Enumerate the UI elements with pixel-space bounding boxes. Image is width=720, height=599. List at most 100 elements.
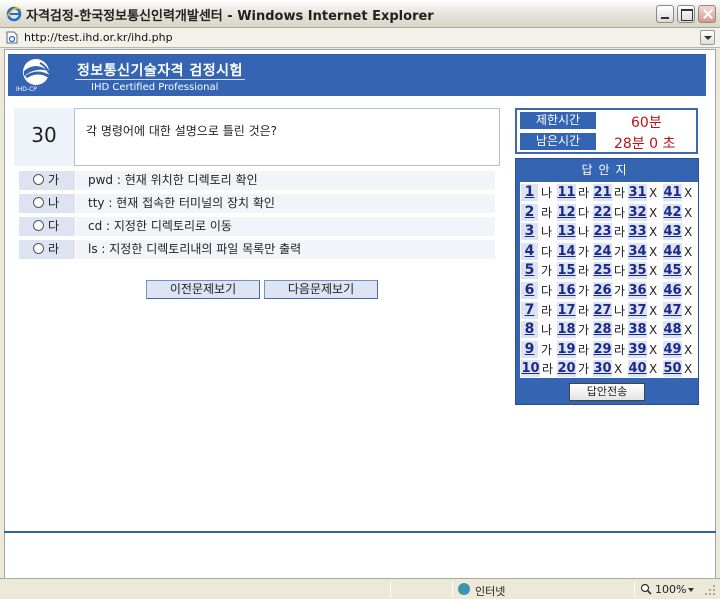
option-ga-radio[interactable]: 가 — [19, 171, 75, 190]
answer-cell[interactable]: 39 X — [628, 340, 662, 359]
answer-cell[interactable]: 19 라 — [557, 340, 591, 359]
answer-cell[interactable]: 38 X — [628, 320, 662, 339]
answer-cell[interactable]: 1나 — [521, 183, 555, 202]
minimize-button[interactable] — [656, 5, 674, 23]
answer-cell[interactable]: 5가 — [521, 261, 555, 280]
answer-number-link[interactable]: 44 — [663, 242, 682, 260]
answer-cell[interactable]: 37 X — [628, 301, 662, 320]
answer-number-link[interactable]: 3 — [521, 223, 538, 241]
answer-number-link[interactable]: 2 — [521, 203, 538, 221]
answer-cell[interactable]: 21 라 — [593, 183, 627, 202]
answer-number-link[interactable]: 5 — [521, 262, 538, 280]
next-question-button[interactable]: 다음문제보기 — [264, 280, 378, 299]
answer-number-link[interactable]: 6 — [521, 282, 538, 299]
answer-number-link[interactable]: 10 — [521, 360, 540, 378]
answer-cell[interactable]: 29 라 — [593, 340, 627, 359]
answer-number-link[interactable]: 8 — [521, 321, 538, 339]
answer-number-link[interactable]: 22 — [593, 203, 612, 221]
answer-number-link[interactable]: 47 — [663, 301, 682, 319]
answer-number-link[interactable]: 1 — [521, 184, 538, 201]
option-da-radio[interactable]: 다 — [19, 217, 75, 236]
zoom-dropdown-icon[interactable] — [688, 588, 694, 592]
answer-cell[interactable]: 10 라 — [521, 359, 555, 378]
answer-cell[interactable]: 8나 — [521, 320, 555, 339]
answer-cell[interactable]: 24 가 — [593, 242, 627, 261]
close-button[interactable] — [698, 5, 716, 23]
answer-cell[interactable]: 35 X — [628, 261, 662, 280]
answer-cell[interactable]: 28 라 — [593, 320, 627, 339]
answer-cell[interactable]: 49 X — [663, 340, 697, 359]
answer-cell[interactable]: 12 다 — [557, 203, 591, 222]
answer-cell[interactable]: 50 X — [663, 359, 697, 378]
answer-number-link[interactable]: 27 — [593, 301, 612, 319]
answer-number-link[interactable]: 49 — [663, 340, 682, 358]
address-url[interactable]: http://test.ihd.or.kr/ihd.php — [24, 31, 173, 44]
answer-cell[interactable]: 48 X — [663, 320, 697, 339]
answer-cell[interactable]: 2라 — [521, 203, 555, 222]
answer-cell[interactable]: 9가 — [521, 340, 555, 359]
address-dropdown-button[interactable] — [700, 30, 715, 45]
answer-cell[interactable]: 33 X — [628, 222, 662, 241]
answer-number-link[interactable]: 30 — [593, 360, 612, 378]
answer-number-link[interactable]: 17 — [557, 301, 576, 319]
answer-number-link[interactable]: 39 — [628, 340, 647, 358]
answer-number-link[interactable]: 9 — [521, 340, 538, 358]
answer-cell[interactable]: 44 X — [663, 242, 697, 261]
answer-number-link[interactable]: 16 — [557, 282, 576, 299]
answer-number-link[interactable]: 45 — [663, 262, 682, 280]
answer-cell[interactable]: 6다 — [521, 281, 555, 300]
answer-cell[interactable]: 32 X — [628, 203, 662, 222]
answer-cell[interactable]: 30 X — [593, 359, 627, 378]
answer-cell[interactable]: 23 라 — [593, 222, 627, 241]
answer-cell[interactable]: 42 X — [663, 203, 697, 222]
answer-number-link[interactable]: 12 — [557, 203, 576, 221]
answer-cell[interactable]: 36 X — [628, 281, 662, 300]
address-bar[interactable]: http://test.ihd.or.kr/ihd.php — [0, 28, 720, 48]
answer-cell[interactable]: 34 X — [628, 242, 662, 261]
option-ra-radio[interactable]: 라 — [19, 240, 75, 259]
answer-number-link[interactable]: 43 — [663, 223, 682, 241]
answer-number-link[interactable]: 26 — [593, 282, 612, 299]
answer-cell[interactable]: 31 X — [628, 183, 662, 202]
maximize-button[interactable] — [677, 5, 695, 23]
answer-cell[interactable]: 41 X — [663, 183, 697, 202]
answer-number-link[interactable]: 7 — [521, 301, 538, 319]
answer-cell[interactable]: 25 다 — [593, 261, 627, 280]
answer-number-link[interactable]: 33 — [628, 223, 647, 241]
answer-number-link[interactable]: 14 — [557, 242, 576, 260]
answer-number-link[interactable]: 18 — [557, 321, 576, 339]
answer-cell[interactable]: 15 라 — [557, 261, 591, 280]
answer-number-link[interactable]: 23 — [593, 223, 612, 241]
answer-number-link[interactable]: 50 — [663, 360, 682, 378]
answer-number-link[interactable]: 41 — [663, 184, 682, 201]
answer-cell[interactable]: 16 가 — [557, 281, 591, 300]
answer-cell[interactable]: 17 라 — [557, 301, 591, 320]
answer-number-link[interactable]: 46 — [663, 282, 682, 299]
answer-cell[interactable]: 14 가 — [557, 242, 591, 261]
answer-number-link[interactable]: 13 — [557, 223, 576, 241]
radio-icon[interactable] — [33, 243, 44, 254]
answer-cell[interactable]: 45 X — [663, 261, 697, 280]
answer-number-link[interactable]: 24 — [593, 242, 612, 260]
answer-number-link[interactable]: 42 — [663, 203, 682, 221]
resize-grip-icon[interactable] — [704, 584, 716, 596]
answer-number-link[interactable]: 20 — [557, 360, 576, 378]
answer-number-link[interactable]: 29 — [593, 340, 612, 358]
answer-cell[interactable]: 26 가 — [593, 281, 627, 300]
answer-cell[interactable]: 7라 — [521, 301, 555, 320]
option-na-radio[interactable]: 나 — [19, 194, 75, 213]
radio-icon[interactable] — [33, 174, 44, 185]
answer-number-link[interactable]: 35 — [628, 262, 647, 280]
answer-number-link[interactable]: 38 — [628, 321, 647, 339]
answer-cell[interactable]: 43 X — [663, 222, 697, 241]
answer-number-link[interactable]: 37 — [628, 301, 647, 319]
answer-cell[interactable]: 18 가 — [557, 320, 591, 339]
answer-cell[interactable]: 13 나 — [557, 222, 591, 241]
answer-number-link[interactable]: 21 — [593, 184, 612, 201]
answer-number-link[interactable]: 15 — [557, 262, 576, 280]
zoom-icon[interactable] — [640, 583, 652, 595]
answer-number-link[interactable]: 28 — [593, 321, 612, 339]
answer-cell[interactable]: 4다 — [521, 242, 555, 261]
answer-number-link[interactable]: 31 — [628, 184, 647, 201]
answer-number-link[interactable]: 19 — [557, 340, 576, 358]
